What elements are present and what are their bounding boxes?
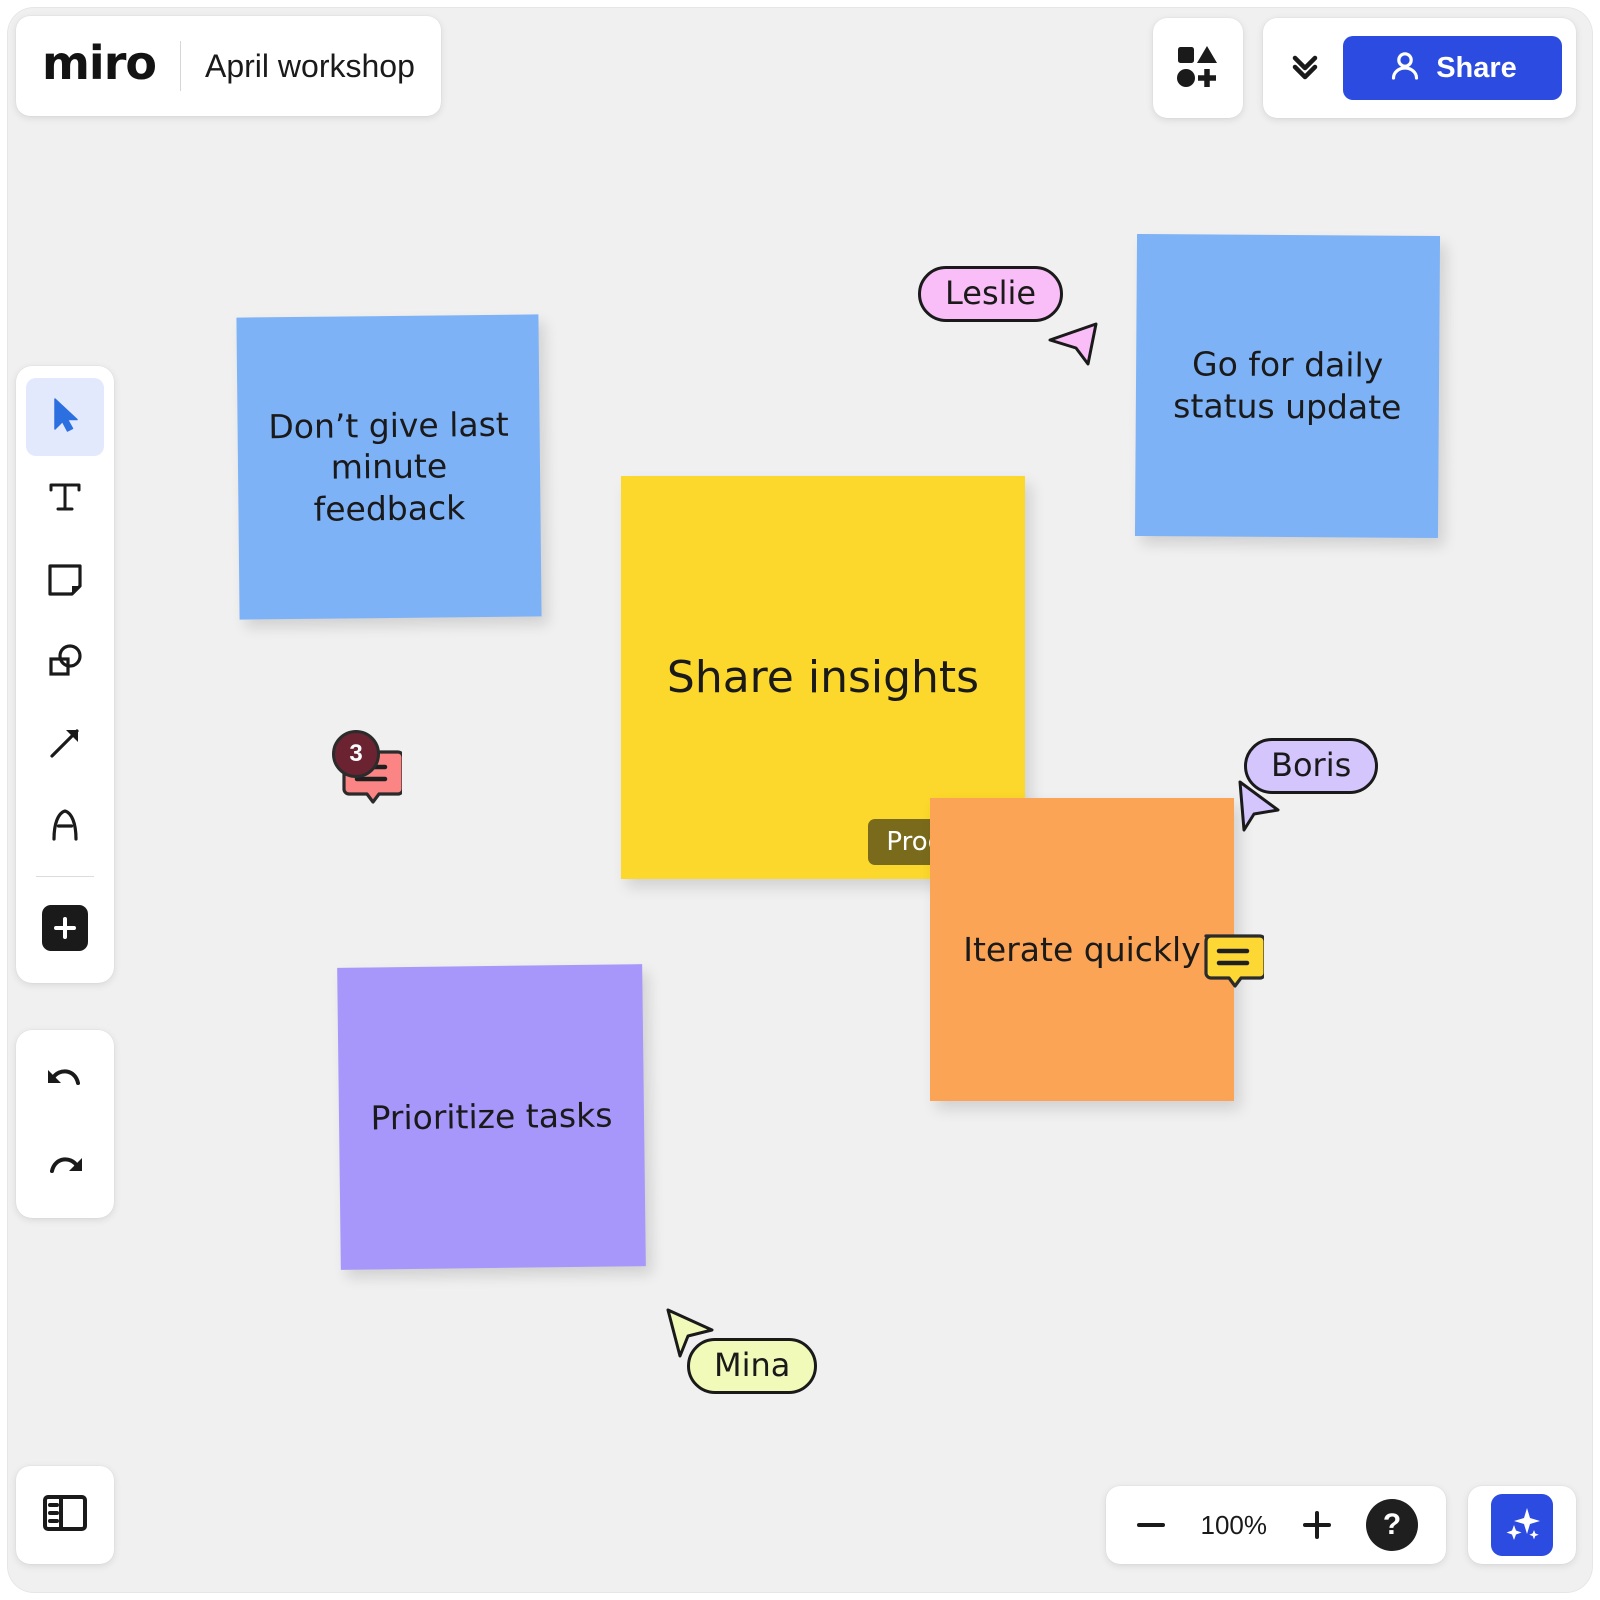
arrow-diagonal-icon xyxy=(44,722,86,769)
note-daily-status[interactable]: Go for daily status update xyxy=(1134,233,1441,539)
cursor-pointer-icon xyxy=(1044,308,1106,371)
comment-bubble-icon xyxy=(1202,934,1267,998)
main-toolbar xyxy=(16,366,114,983)
plus-icon xyxy=(42,905,88,951)
text-T-icon xyxy=(44,476,86,523)
sticky-note-text: Iterate quickly xyxy=(963,929,1201,969)
toolbar-divider xyxy=(36,876,94,877)
note-iterate-quickly[interactable]: Iterate quickly xyxy=(930,798,1234,1101)
double-chevron-down-icon xyxy=(1287,48,1323,89)
board-title[interactable]: April workshop xyxy=(205,48,415,85)
cursor-name-label: Boris xyxy=(1244,738,1379,794)
comment-count-badge: 3 xyxy=(332,730,380,778)
pen-tool[interactable] xyxy=(26,788,104,866)
shapes-apps-icon xyxy=(1175,43,1221,94)
shapes-icon xyxy=(44,640,86,687)
sparkles-icon xyxy=(1500,1501,1544,1550)
sticky-note-tool[interactable] xyxy=(26,542,104,620)
zoom-bar: 100% ? xyxy=(1106,1486,1446,1564)
sticky-note-text: Go for daily status update xyxy=(1173,344,1402,427)
ai-assistant-button[interactable] xyxy=(1491,1494,1553,1556)
undo-arrow-icon xyxy=(42,1058,88,1109)
sticky-note-text: Prioritize tasks xyxy=(370,1095,613,1138)
zoom-in-button[interactable] xyxy=(1300,1508,1334,1542)
comment-bubble-icon xyxy=(340,750,405,814)
miro-board-app: Don’t give last minute feedback Go for da… xyxy=(8,8,1592,1592)
panel-toggle-button[interactable] xyxy=(16,1466,114,1564)
cursor-name-label: Mina xyxy=(687,1338,818,1394)
more-apps-tool[interactable] xyxy=(26,889,104,967)
redo-button[interactable] xyxy=(26,1126,104,1204)
pen-icon xyxy=(44,804,86,851)
apps-button[interactable] xyxy=(1153,18,1243,118)
share-button-label: Share xyxy=(1436,51,1517,84)
header-right-cluster: Share xyxy=(1263,18,1576,118)
note-prioritize-tasks[interactable]: Prioritize tasks xyxy=(337,964,646,1270)
zoom-out-button[interactable] xyxy=(1134,1508,1168,1542)
select-tool[interactable] xyxy=(26,378,104,456)
history-panel xyxy=(16,1030,114,1218)
text-tool[interactable] xyxy=(26,460,104,538)
shapes-tool[interactable] xyxy=(26,624,104,702)
person-icon xyxy=(1388,49,1422,88)
collapse-toolbar-button[interactable] xyxy=(1277,40,1333,96)
redo-arrow-icon xyxy=(42,1140,88,1191)
cursor-arrow-icon xyxy=(44,394,86,441)
comment-pin-1[interactable]: 3 xyxy=(332,730,405,815)
comment-pin-2[interactable] xyxy=(1202,930,1267,999)
miro-logo[interactable]: miro xyxy=(42,40,157,92)
sidebar-panel-icon xyxy=(40,1488,90,1543)
sticky-note-text: Don’t give last minute feedback xyxy=(268,404,509,529)
undo-button[interactable] xyxy=(26,1044,104,1122)
sticky-note-text: Share insights xyxy=(666,651,980,703)
share-button[interactable]: Share xyxy=(1343,36,1562,100)
sticky-note-icon xyxy=(44,558,86,605)
ai-bar xyxy=(1468,1486,1576,1564)
connector-tool[interactable] xyxy=(26,706,104,784)
cursor-name-label: Leslie xyxy=(918,266,1064,322)
note-dont-give-feedback[interactable]: Don’t give last minute feedback xyxy=(236,314,542,620)
board-header: miro April workshop xyxy=(16,16,441,116)
zoom-level-label[interactable]: 100% xyxy=(1201,1510,1268,1541)
header-divider xyxy=(180,41,181,91)
help-button[interactable]: ? xyxy=(1366,1499,1418,1551)
